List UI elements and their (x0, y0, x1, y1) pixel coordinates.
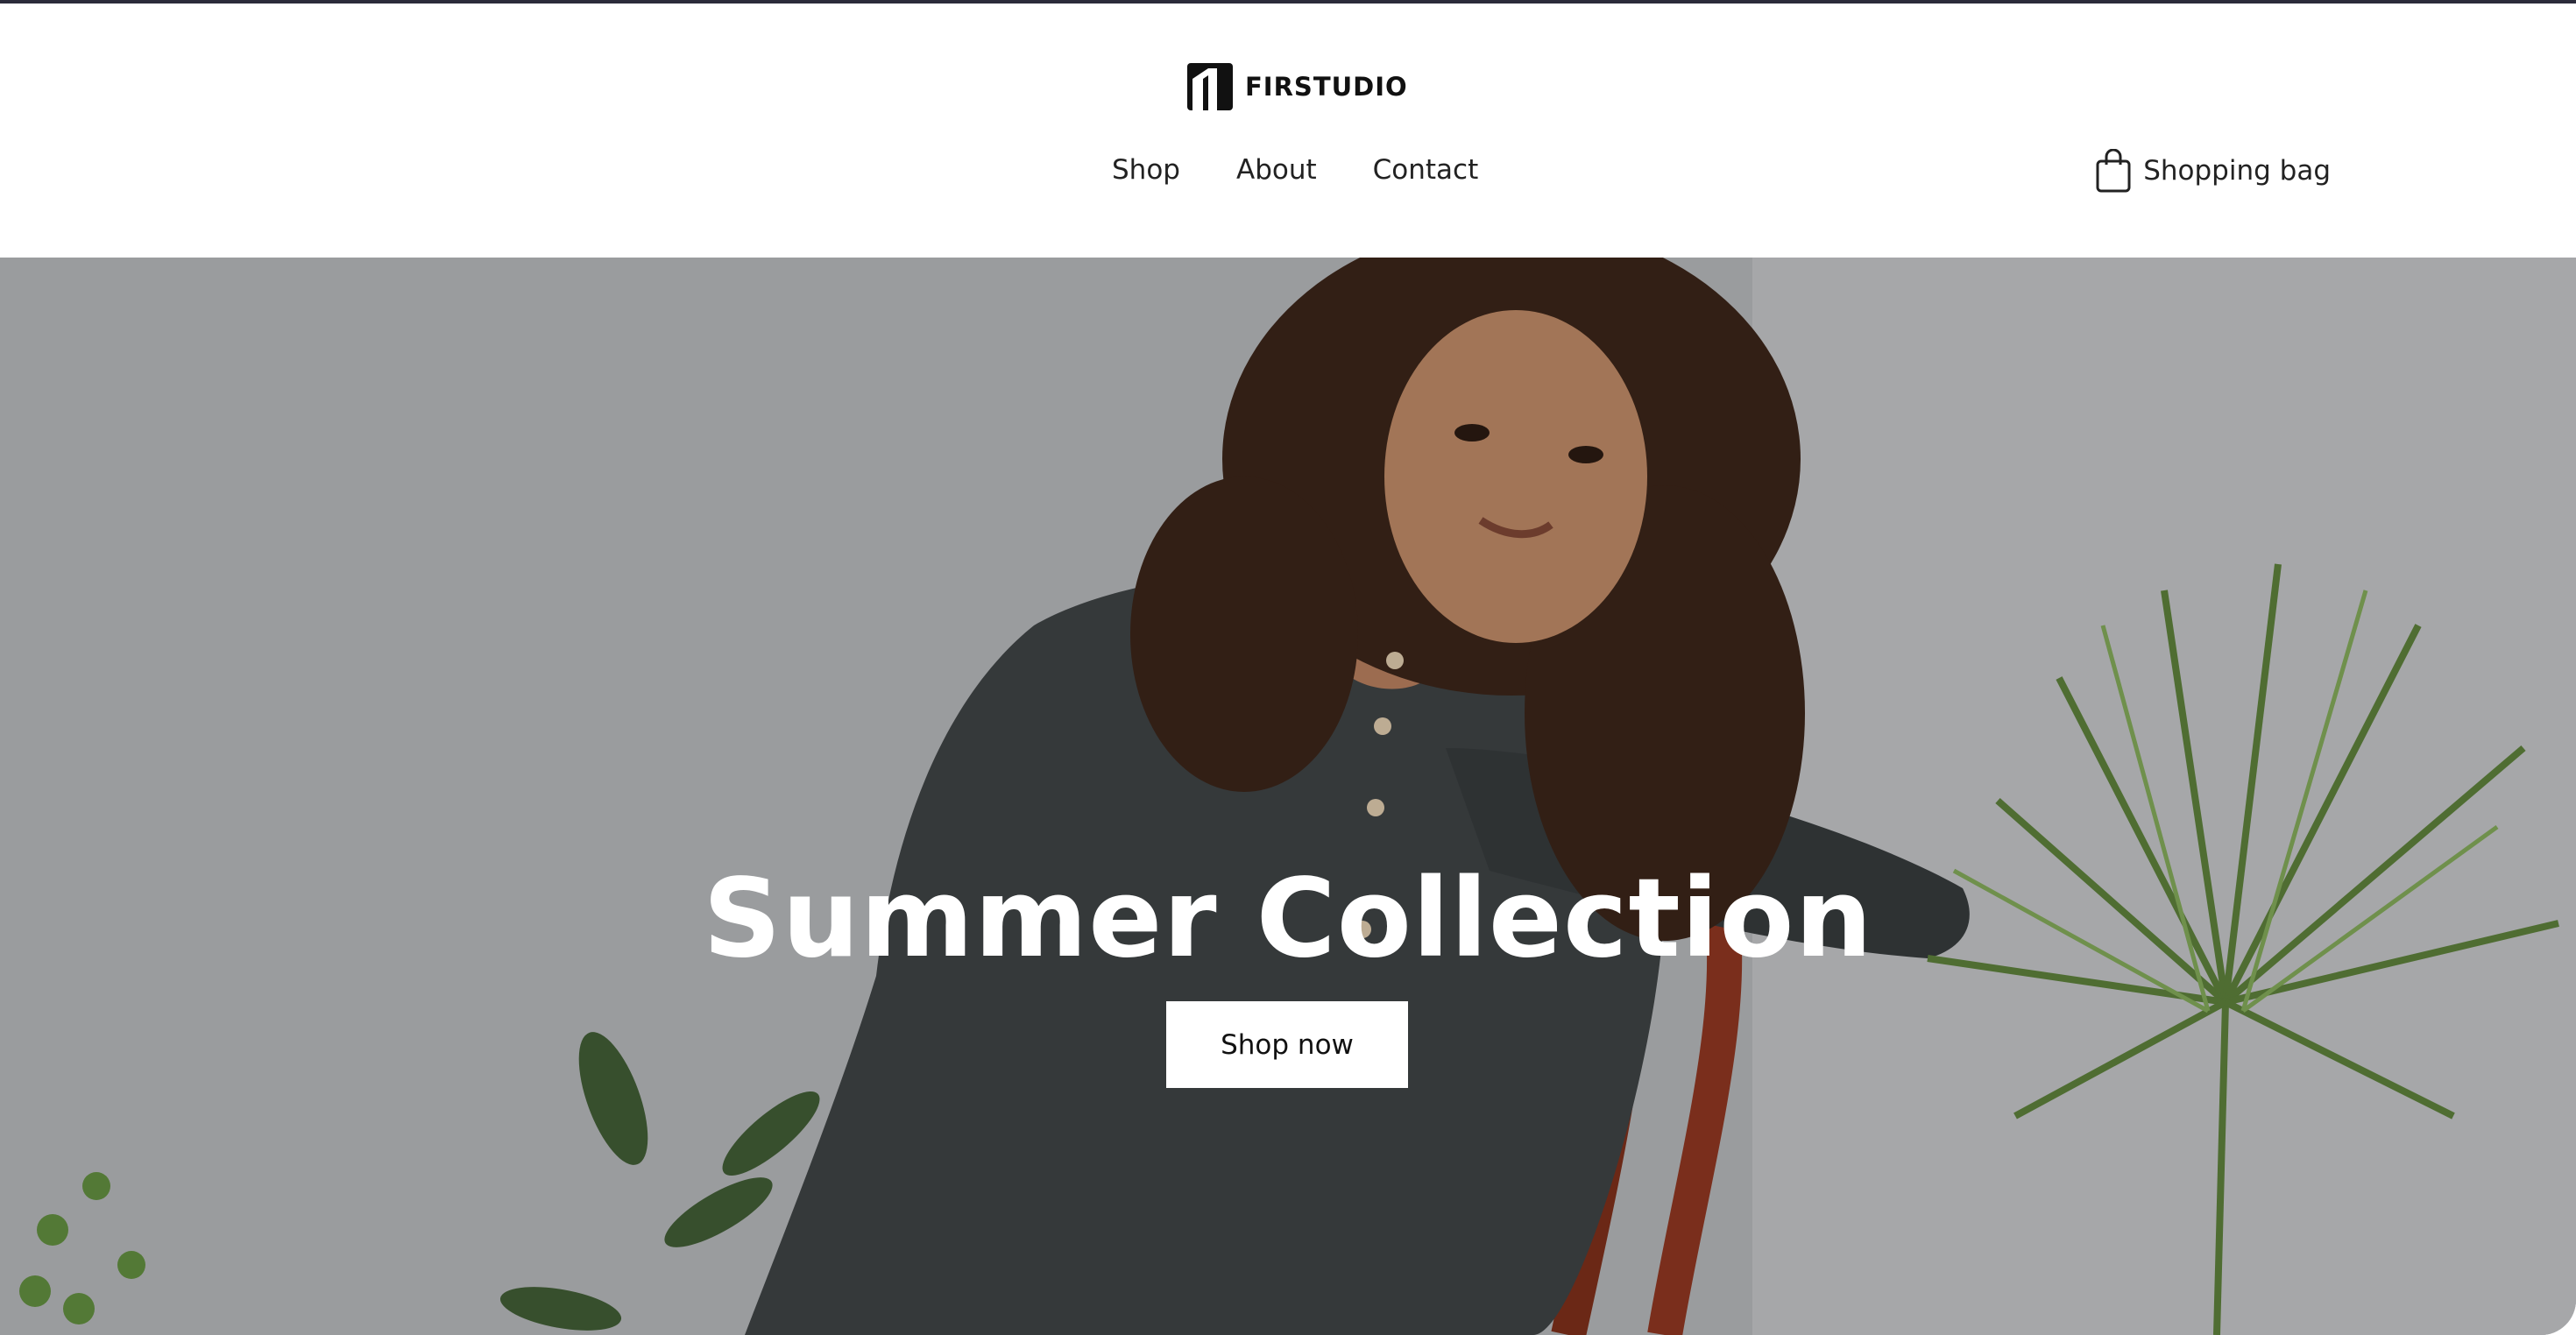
brand-logo[interactable]: FIRSTUDIO (1187, 63, 1408, 110)
nav-item-about[interactable]: About (1236, 154, 1317, 186)
hero-banner: Summer Collection Shop now (0, 258, 2576, 1335)
brand-name: FIRSTUDIO (1245, 72, 1408, 102)
nav-item-shop[interactable]: Shop (1112, 154, 1180, 186)
shopping-bag-button[interactable]: Shopping bag (2096, 149, 2331, 193)
shop-now-button[interactable]: Shop now (1166, 1001, 1408, 1088)
shopping-bag-icon (2096, 149, 2131, 193)
site-header: FIRSTUDIO Shop About Contact Shopping ba… (0, 4, 2576, 258)
shopping-bag-label: Shopping bag (2143, 155, 2331, 187)
hero-image (0, 258, 2576, 1335)
nav-item-contact[interactable]: Contact (1373, 154, 1479, 186)
hero-title: Summer Collection (703, 856, 1873, 983)
main-nav: Shop About Contact (1112, 154, 1478, 186)
brand-mark-icon (1187, 63, 1233, 110)
